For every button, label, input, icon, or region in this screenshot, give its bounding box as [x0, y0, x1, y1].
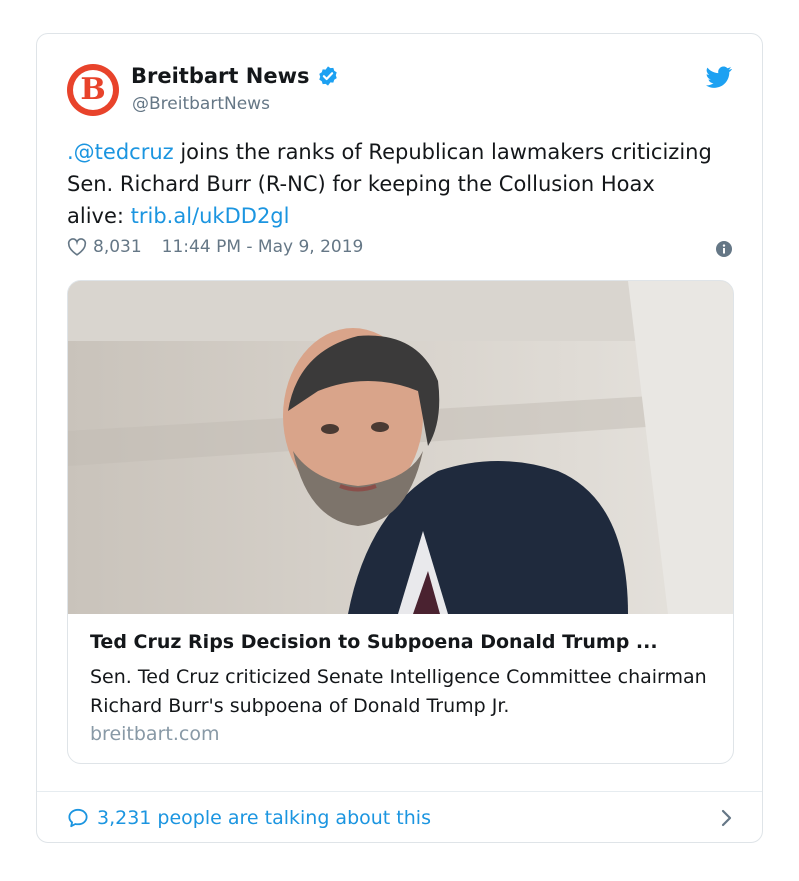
twitter-bird-icon[interactable]	[706, 64, 732, 90]
card-domain: breitbart.com	[90, 723, 220, 745]
info-icon[interactable]	[716, 241, 732, 257]
conversation-footer[interactable]: 3,231 people are talking about this	[67, 804, 732, 832]
author-name-row[interactable]: Breitbart News	[131, 64, 339, 88]
mention-link[interactable]: .@tedcruz	[67, 140, 174, 164]
article-photo	[68, 281, 733, 614]
heart-icon[interactable]	[67, 238, 87, 256]
avatar-letter: B	[80, 72, 106, 107]
chevron-right-icon[interactable]	[720, 809, 732, 827]
tweet-short-link[interactable]: trib.al/ukDD2gl	[131, 204, 290, 228]
tweet-text: .@tedcruz joins the ranks of Republican …	[67, 136, 717, 232]
divider	[37, 791, 762, 792]
avatar-logo: B	[73, 70, 113, 110]
talking-count-link[interactable]: 3,231 people are talking about this	[97, 807, 431, 829]
verified-badge-icon	[319, 66, 338, 86]
like-count[interactable]: 8,031	[93, 237, 142, 257]
author-display-name[interactable]: Breitbart News	[131, 64, 309, 88]
link-preview-card[interactable]: Ted Cruz Rips Decision to Subpoena Donal…	[67, 280, 734, 764]
tweet-card: B Breitbart News @BreitbartNews .@tedcru…	[36, 33, 763, 843]
author-handle[interactable]: @BreitbartNews	[132, 94, 270, 114]
tweet-meta: 8,031 11:44 PM - May 9, 2019	[67, 237, 732, 257]
card-description: Sen. Ted Cruz criticized Senate Intellig…	[90, 666, 707, 717]
tweet-timestamp[interactable]: 11:44 PM - May 9, 2019	[162, 237, 364, 257]
reply-bubble-icon	[68, 808, 88, 828]
card-title[interactable]: Ted Cruz Rips Decision to Subpoena Donal…	[90, 631, 715, 653]
avatar[interactable]: B	[67, 64, 119, 116]
